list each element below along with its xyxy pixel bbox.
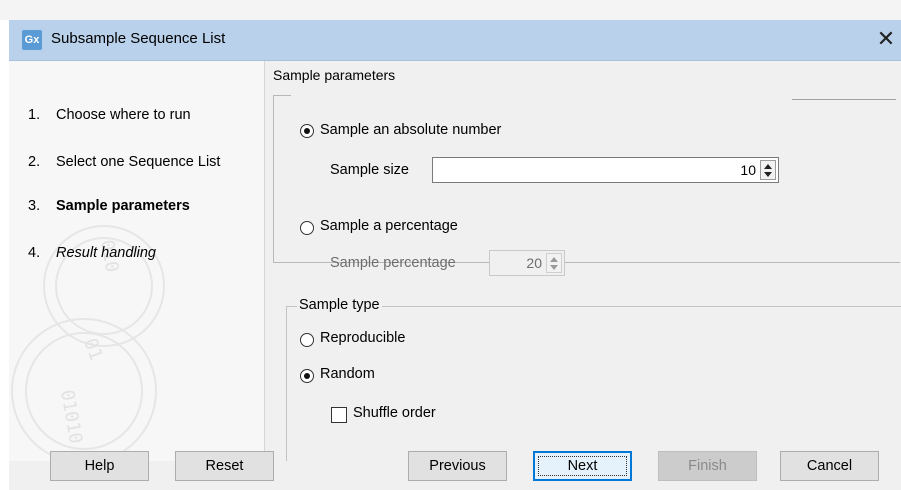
- reproducible-radio[interactable]: [300, 333, 314, 347]
- reproducible-label[interactable]: Reproducible: [320, 330, 405, 346]
- focus-ring: [538, 456, 627, 476]
- wizard-steps-panel: 010 01 01010 1. Choose where to run 2. Sel…: [9, 61, 265, 461]
- sample-absolute-radio[interactable]: [300, 124, 314, 138]
- shuffle-order-checkbox[interactable]: [331, 407, 347, 423]
- button-bar: Help Reset Previous Next Finish Cancel: [9, 451, 901, 490]
- sample-percentage-field-label: Sample percentage: [330, 255, 456, 271]
- sample-size-value[interactable]: 10: [740, 162, 756, 178]
- sample-percentage-stepper: [546, 253, 562, 273]
- wizard-step-3-current: 3. Sample parameters: [28, 198, 190, 214]
- window-title: Subsample Sequence List: [51, 30, 226, 47]
- sample-parameters-title: Sample parameters: [273, 67, 396, 83]
- sample-size-stepper[interactable]: [760, 160, 776, 180]
- dialog-window: Gx Subsample Sequence List ✕ 010 01 0101…: [9, 20, 901, 490]
- wizard-step-4: 4. Result handling: [28, 245, 156, 261]
- sample-parameters-panel: Sample parameters Sample an absolute num…: [265, 61, 901, 465]
- wizard-step-1: 1. Choose where to run: [28, 107, 191, 123]
- group-border: [273, 95, 291, 96]
- shuffle-order-label[interactable]: Shuffle order: [353, 405, 436, 421]
- stepper-down-icon[interactable]: [764, 172, 772, 177]
- stepper-down-icon: [550, 265, 558, 270]
- sample-percentage-label[interactable]: Sample a percentage: [320, 218, 458, 234]
- stepper-up-icon: [550, 257, 558, 262]
- app-icon: Gx: [22, 30, 42, 50]
- stepper-up-icon[interactable]: [764, 164, 772, 169]
- separator-line: [792, 99, 896, 100]
- sample-percentage-value: 20: [526, 255, 542, 271]
- sample-size-spinner[interactable]: 10: [432, 157, 779, 183]
- sample-percentage-spinner: 20: [489, 250, 565, 276]
- wizard-step-2: 2. Select one Sequence List: [28, 154, 221, 170]
- cancel-button[interactable]: Cancel: [780, 451, 879, 481]
- random-radio[interactable]: [300, 369, 314, 383]
- svg-text:01010: 01010: [56, 388, 86, 445]
- close-icon[interactable]: ✕: [871, 24, 901, 56]
- next-button[interactable]: Next: [533, 451, 632, 481]
- sample-size-label: Sample size: [330, 162, 409, 178]
- reset-button[interactable]: Reset: [175, 451, 274, 481]
- help-button[interactable]: Help: [50, 451, 149, 481]
- title-bar[interactable]: Gx Subsample Sequence List ✕: [9, 20, 901, 61]
- sample-absolute-label[interactable]: Sample an absolute number: [320, 122, 501, 138]
- sample-type-title: Sample type: [297, 297, 382, 313]
- background-strip: [0, 0, 901, 20]
- svg-text:01: 01: [79, 336, 106, 364]
- finish-button: Finish: [658, 451, 757, 481]
- random-label[interactable]: Random: [320, 366, 375, 382]
- sample-percentage-radio[interactable]: [300, 221, 314, 235]
- previous-button[interactable]: Previous: [408, 451, 507, 481]
